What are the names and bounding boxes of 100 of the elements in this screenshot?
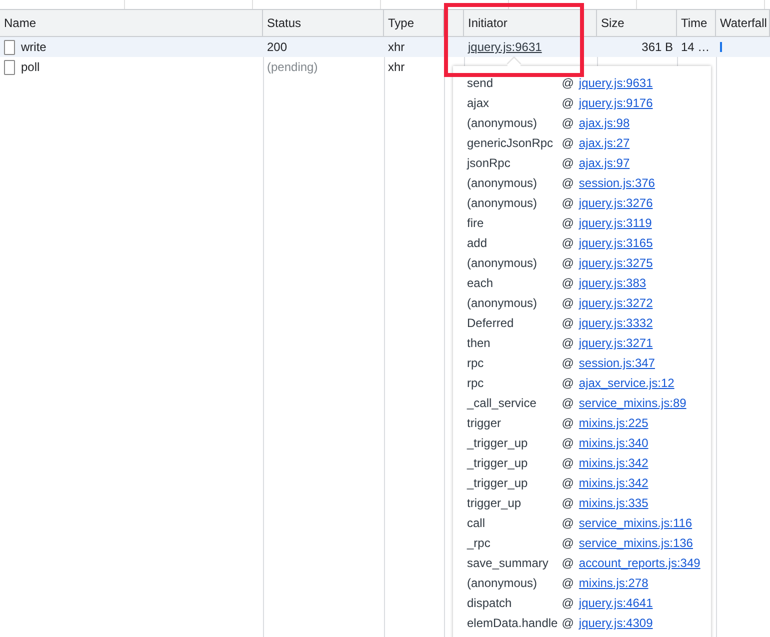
at-sign: @ <box>562 456 575 470</box>
source-link[interactable]: jquery.js:3275 <box>578 256 653 270</box>
source-link[interactable]: service_mixins.js:89 <box>578 396 686 410</box>
source-link[interactable]: mixins.js:342 <box>578 456 648 470</box>
source-link[interactable]: ajax.js:98 <box>578 116 630 130</box>
column-header[interactable]: Name <box>0 10 263 36</box>
request-row[interactable]: write 200 xhr jquery.js:9631 361 B 14 … <box>0 37 770 57</box>
at-sign: @ <box>562 116 575 130</box>
function-name: add <box>467 236 488 250</box>
at-sign: @ <box>562 416 575 430</box>
source-link[interactable]: session.js:376 <box>578 176 655 190</box>
at-sign: @ <box>562 336 575 350</box>
source-link[interactable]: jquery.js:3276 <box>578 196 653 210</box>
column-header[interactable]: Time <box>677 10 716 36</box>
at-sign: @ <box>562 476 575 490</box>
at-sign: @ <box>562 516 575 530</box>
source-link[interactable]: jquery.js:3165 <box>578 236 653 250</box>
source-link[interactable]: ajax.js:97 <box>578 156 630 170</box>
function-name: save_summary <box>467 556 550 570</box>
type-text: xhr <box>388 60 405 74</box>
source-link[interactable]: jquery.js:9176 <box>578 96 653 110</box>
at-sign: @ <box>562 296 575 310</box>
at-sign: @ <box>562 316 575 330</box>
function-name: Deferred <box>467 316 515 330</box>
source-link[interactable]: jquery.js:4309 <box>578 616 653 630</box>
at-sign: @ <box>562 556 575 570</box>
at-sign: @ <box>562 496 575 510</box>
at-sign: @ <box>562 576 575 590</box>
function-name: (anonymous) <box>467 196 538 210</box>
status-text: 200 <box>267 40 288 54</box>
function-name: _trigger_up <box>467 476 529 490</box>
at-sign: @ <box>562 236 575 250</box>
request-row[interactable]: poll (pending) xhr <box>0 57 770 77</box>
function-name: _call_service <box>467 396 538 410</box>
status-text: (pending) <box>267 60 318 74</box>
source-link[interactable]: jquery.js:9631 <box>578 76 653 90</box>
at-sign: @ <box>562 276 575 290</box>
function-name: (anonymous) <box>467 176 538 190</box>
function-name: fire <box>467 216 485 230</box>
file-icon <box>4 40 15 54</box>
at-sign: @ <box>562 156 575 170</box>
function-name: (anonymous) <box>467 296 538 310</box>
function-name: trigger <box>467 416 502 430</box>
at-sign: @ <box>562 396 575 410</box>
function-name: trigger_up <box>467 496 522 510</box>
source-link[interactable]: service_mixins.js:116 <box>578 516 692 530</box>
source-link[interactable]: account_reports.js:349 <box>578 556 700 570</box>
function-name: _trigger_up <box>467 456 529 470</box>
type-text: xhr <box>388 40 405 54</box>
source-link[interactable]: jquery.js:3272 <box>578 296 653 310</box>
source-link[interactable]: jquery.js:4641 <box>578 596 653 610</box>
size-text: 361 B <box>642 40 673 54</box>
source-link[interactable]: session.js:347 <box>578 356 655 370</box>
column-header[interactable]: Waterfall <box>716 10 770 36</box>
source-link[interactable]: service_mixins.js:136 <box>578 536 693 550</box>
file-icon <box>4 60 15 74</box>
at-sign: @ <box>562 616 575 630</box>
function-name: ajax <box>467 96 490 110</box>
at-sign: @ <box>562 376 575 390</box>
source-link[interactable]: ajax_service.js:12 <box>578 376 674 390</box>
function-name: each <box>467 276 494 290</box>
function-name: (anonymous) <box>467 256 538 270</box>
function-name: elemData.handle <box>467 616 559 630</box>
at-sign: @ <box>562 76 575 90</box>
function-name: rpc <box>467 356 485 370</box>
function-name: rpc <box>467 376 485 390</box>
function-name: (anonymous) <box>467 116 538 130</box>
column-header[interactable]: Type <box>384 10 444 36</box>
source-link[interactable]: jquery.js:383 <box>578 276 646 290</box>
at-sign: @ <box>562 436 575 450</box>
request-name[interactable]: poll <box>21 60 40 74</box>
column-header[interactable]: Initiator <box>464 10 597 36</box>
function-name: call <box>467 516 486 530</box>
source-link[interactable]: mixins.js:340 <box>578 436 648 450</box>
source-link[interactable]: mixins.js:225 <box>578 416 648 430</box>
function-name: then <box>467 336 492 350</box>
function-name: genericJsonRpc <box>467 136 554 150</box>
function-name: dispatch <box>467 596 513 610</box>
at-sign: @ <box>562 176 575 190</box>
source-link[interactable]: mixins.js:335 <box>578 496 648 510</box>
column-header[interactable]: Status <box>263 10 384 36</box>
function-name: _rpc <box>467 536 492 550</box>
at-sign: @ <box>562 96 575 110</box>
at-sign: @ <box>562 356 575 370</box>
source-link[interactable]: mixins.js:342 <box>578 476 648 490</box>
function-name: send <box>467 76 494 90</box>
source-link[interactable]: jquery.js:3271 <box>578 336 653 350</box>
at-sign: @ <box>562 196 575 210</box>
column-header[interactable]: Size <box>597 10 677 36</box>
source-link[interactable]: jquery.js:3119 <box>578 216 652 230</box>
request-name[interactable]: write <box>21 40 46 54</box>
source-link[interactable]: ajax.js:27 <box>578 136 630 150</box>
source-link[interactable]: jquery.js:3332 <box>578 316 653 330</box>
time-text: 14 … <box>681 40 710 54</box>
function-name: (anonymous) <box>467 576 538 590</box>
at-sign: @ <box>562 256 575 270</box>
at-sign: @ <box>562 536 575 550</box>
source-link[interactable]: mixins.js:278 <box>578 576 648 590</box>
function-name: jsonRpc <box>467 156 512 170</box>
initiator-link[interactable]: jquery.js:9631 <box>468 40 542 54</box>
